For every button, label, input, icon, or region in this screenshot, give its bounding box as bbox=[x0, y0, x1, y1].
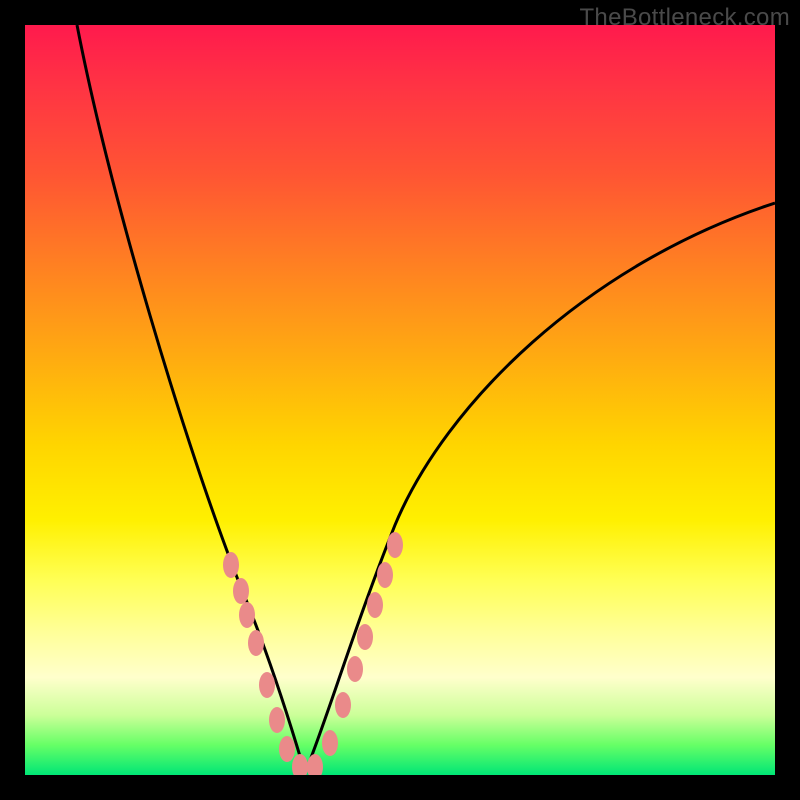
recommended-marker bbox=[377, 562, 393, 588]
recommended-marker bbox=[279, 736, 295, 762]
recommended-marker bbox=[335, 692, 351, 718]
recommended-marker bbox=[248, 630, 264, 656]
recommended-marker bbox=[307, 754, 323, 775]
recommended-marker bbox=[387, 532, 403, 558]
recommended-marker bbox=[239, 602, 255, 628]
chart-plot-area bbox=[25, 25, 775, 775]
recommended-marker bbox=[269, 707, 285, 733]
bottleneck-curve-svg bbox=[25, 25, 775, 775]
recommended-marker bbox=[367, 592, 383, 618]
recommended-marker bbox=[233, 578, 249, 604]
recommended-marker bbox=[292, 754, 308, 775]
marker-group bbox=[223, 532, 403, 775]
watermark-text: TheBottleneck.com bbox=[579, 4, 790, 32]
curve-left-branch bbox=[77, 25, 305, 773]
curve-right-branch bbox=[305, 203, 775, 773]
recommended-marker bbox=[357, 624, 373, 650]
recommended-marker bbox=[322, 730, 338, 756]
recommended-marker bbox=[347, 656, 363, 682]
recommended-marker bbox=[259, 672, 275, 698]
recommended-marker bbox=[223, 552, 239, 578]
